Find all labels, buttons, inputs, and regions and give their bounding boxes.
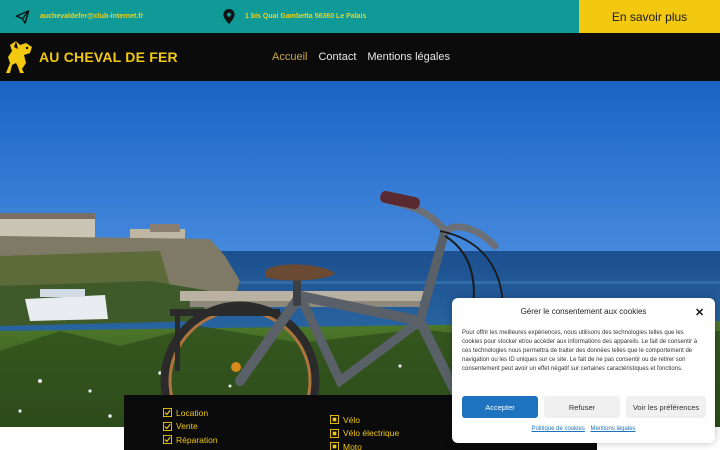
email-contact[interactable]: auchevaldefer@club-internet.fr <box>15 0 143 33</box>
nav-mentions-legales[interactable]: Mentions légales <box>367 51 450 63</box>
main-nav: Accueil Contact Mentions légales <box>272 33 450 81</box>
address-text: 1 bis Quai Gambetta 56360 Le Palais <box>245 13 367 20</box>
service-label: Vente <box>176 421 198 432</box>
cookie-links: Politique de cookies Mentions légales <box>452 426 715 432</box>
accept-button[interactable]: Accepter <box>462 396 538 418</box>
view-preferences-button[interactable]: Voir les préférences <box>626 396 706 418</box>
checkbox-icon <box>163 408 172 418</box>
list-item: Moto <box>330 440 399 450</box>
cookie-policy-link[interactable]: Politique de cookies <box>531 426 584 432</box>
checkbox-icon <box>163 435 172 445</box>
checkbox-icon <box>163 421 172 431</box>
vehicle-list: Vélo Vélo électrique Moto <box>330 413 399 450</box>
vehicle-label: Vélo <box>343 414 361 425</box>
nav-accueil[interactable]: Accueil <box>272 51 307 63</box>
list-item: Réparation <box>163 433 218 447</box>
list-item: Vélo électrique <box>330 427 399 441</box>
site-header: AU CHEVAL DE FER Accueil Contact Mention… <box>0 33 720 81</box>
service-label: Location <box>176 407 209 418</box>
learn-more-button[interactable]: En savoir plus <box>579 0 720 33</box>
vehicle-label: Moto <box>343 441 362 450</box>
service-label: Réparation <box>176 434 218 445</box>
square-bullet-icon <box>330 415 339 425</box>
cookie-consent-dialog: Gérer le consentement aux cookies ✕ Pour… <box>452 298 715 443</box>
close-icon[interactable]: ✕ <box>695 306 704 319</box>
square-bullet-icon <box>330 442 339 450</box>
services-list: Location Vente Réparation <box>163 406 218 447</box>
list-item: Vente <box>163 420 218 434</box>
cookie-title: Gérer le consentement aux cookies <box>520 307 647 316</box>
refuse-button[interactable]: Refuser <box>544 396 620 418</box>
legal-notice-link[interactable]: Mentions légales <box>591 426 636 432</box>
address-contact: 1 bis Quai Gambetta 56360 Le Palais <box>223 0 366 33</box>
list-item: Vélo <box>330 413 399 427</box>
vehicle-label: Vélo électrique <box>343 428 400 439</box>
horse-icon <box>6 41 32 73</box>
list-item: Location <box>163 406 218 420</box>
site-logo[interactable]: AU CHEVAL DE FER <box>2 39 178 75</box>
email-text[interactable]: auchevaldefer@club-internet.fr <box>40 13 143 20</box>
logo-text: AU CHEVAL DE FER <box>39 49 178 65</box>
top-info-bar: auchevaldefer@club-internet.fr 1 bis Qua… <box>0 0 720 33</box>
paper-plane-icon <box>15 9 30 24</box>
square-bullet-icon <box>330 428 339 438</box>
map-pin-icon <box>223 9 235 24</box>
nav-contact[interactable]: Contact <box>318 51 356 63</box>
cookie-description: Pour offrir les meilleures expériences, … <box>462 330 698 372</box>
